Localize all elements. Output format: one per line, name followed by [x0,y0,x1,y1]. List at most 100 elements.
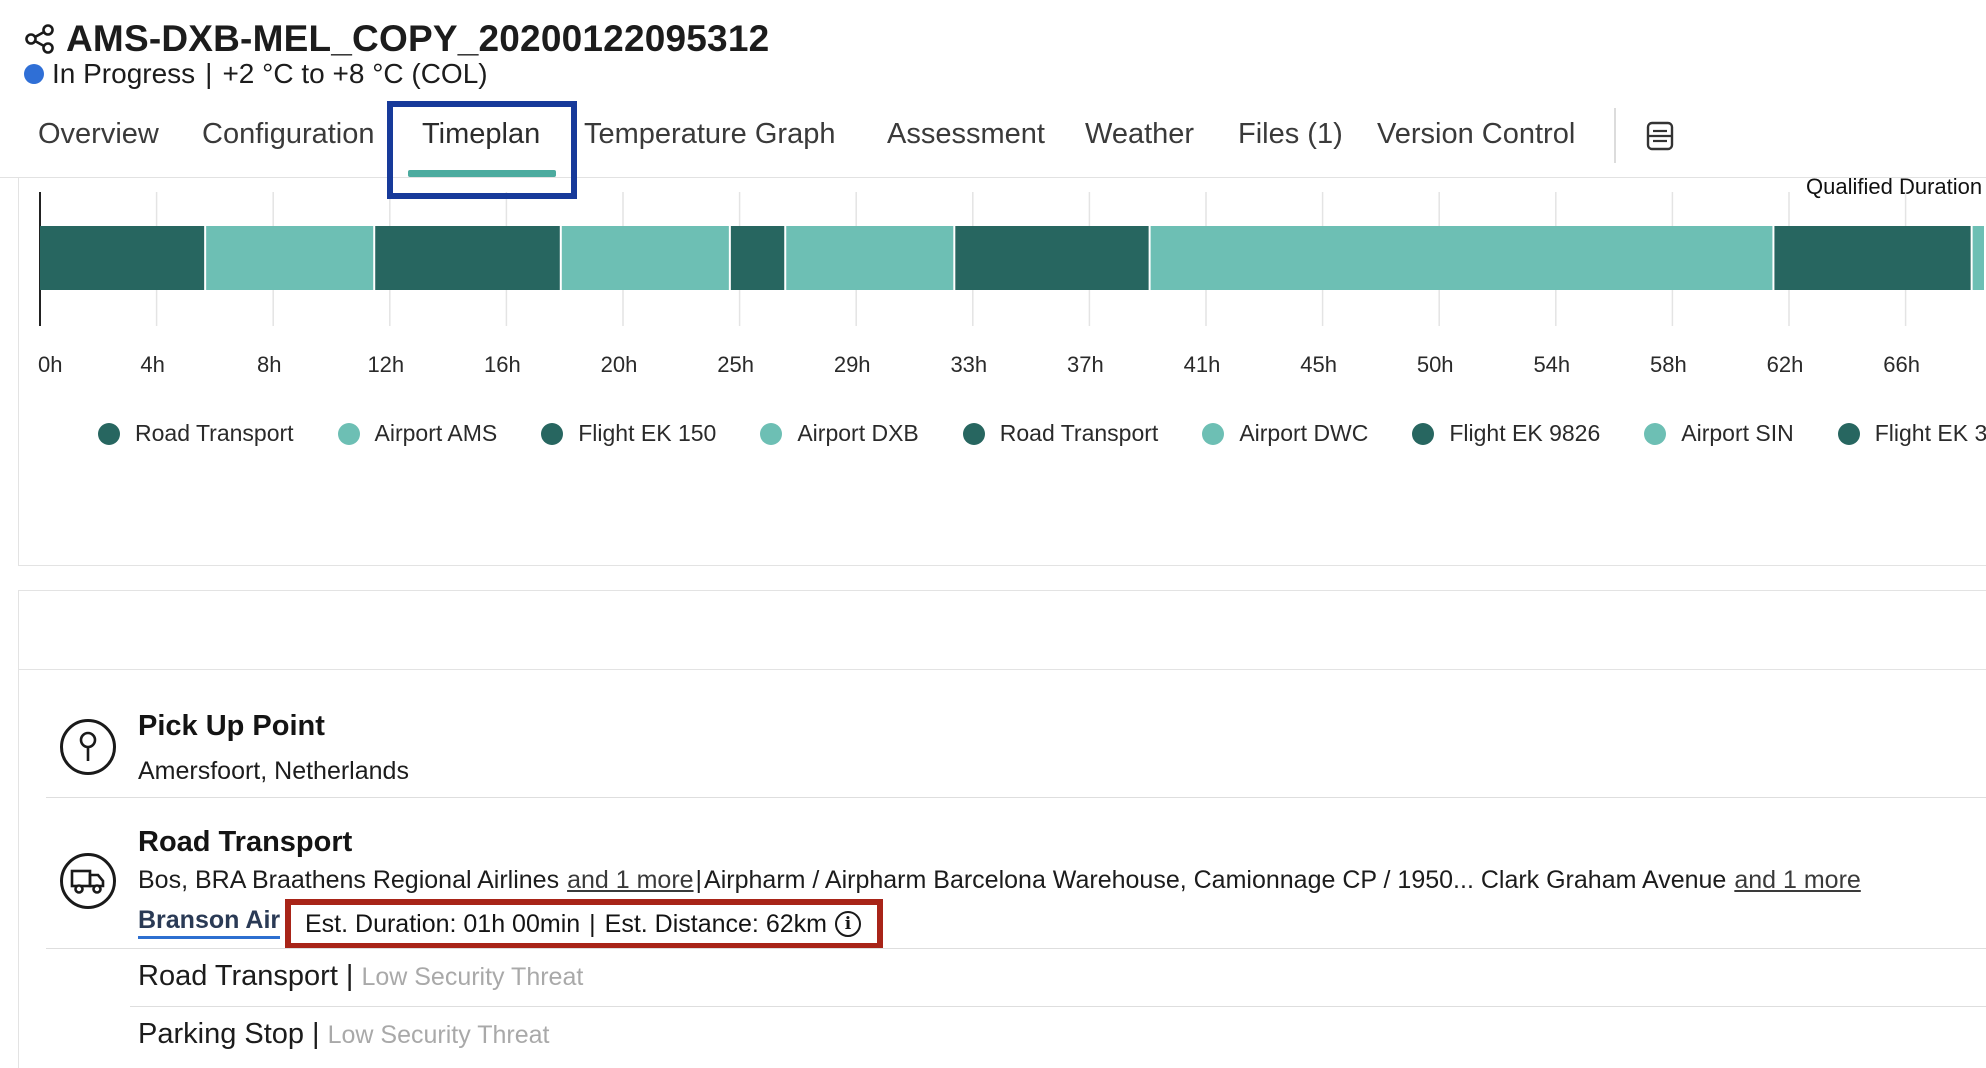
tab-divider [1614,108,1616,163]
legend-dot-icon [962,422,985,445]
x-tick-label: 45h [1300,352,1337,377]
bar-segment[interactable] [955,226,1149,290]
legend-item[interactable]: Flight EK 9826 [1412,420,1600,447]
print-icon[interactable] [1646,121,1674,151]
status-separator: | [205,58,213,89]
pin-icon [60,719,116,775]
legend-item[interactable]: Airport AMS [337,420,498,447]
legend-dot-icon [1202,422,1225,445]
status-row: In Progress | +2 °C to +8 °C (COL) [24,58,488,90]
row-separator [46,797,1986,798]
chart-legend: Road Transport Airport AMS Flight EK 150 Ai… [98,420,1986,447]
info-icon[interactable]: i [834,911,861,937]
x-tick-label: 8h [257,352,281,377]
legend-dot-icon [98,422,120,445]
legend-label: Airport DWC [1239,420,1369,446]
est-separator: | [589,909,596,938]
bar-segment[interactable] [375,226,560,290]
segment-row-parking-stop[interactable]: Parking Stop | Low Security Threat [138,1018,549,1051]
tab-weather[interactable]: Weather [1085,118,1194,151]
provider-list: Bos, BRA Braathens Regional Airlines and… [138,866,1861,895]
x-tick-label: 58h [1650,352,1687,377]
x-tick-label: 50h [1417,352,1454,377]
x-tick-label: 66h [1883,352,1920,377]
x-tick-label: 4h [140,352,164,377]
page-title: AMS-DXB-MEL_COPY_20200122095312 [66,18,770,59]
tab-temperature-graph[interactable]: Temperature Graph [584,118,835,151]
legend-item[interactable]: Airport DXB [760,420,919,447]
legend-label: Airport SIN [1681,420,1794,446]
segment-name: Road Transport [138,960,338,992]
share-icon[interactable] [24,23,56,55]
tab-version-control[interactable]: Version Control [1377,118,1575,151]
status-dot-icon [24,64,44,84]
legend-item[interactable]: Flight EK 150 [541,420,716,447]
temperature-range: +2 °C to +8 °C (COL) [222,58,488,89]
tab-assessment[interactable]: Assessment [887,118,1045,151]
provider-separator: | [695,866,703,894]
row-separator [46,948,1986,949]
legend-label: Flight EK 355 [1874,420,1986,446]
legend-label: Airport AMS [374,420,498,446]
timeplan-chart: 0h 4h 8h 12h 16h 20h 25h 29h 33h 37h 41h 45h 50h 54h 5… [38,192,1984,377]
legend-dot-icon [1644,422,1667,445]
bar-segment[interactable] [1972,226,1984,290]
est-distance: Est. Distance: 62km [604,909,827,938]
x-tick-label: 54h [1533,352,1570,377]
more-providers-link-2[interactable]: and 1 more [1734,866,1860,895]
title-row: AMS-DXB-MEL_COPY_20200122095312 [24,18,769,60]
row-separator [130,1006,1986,1007]
legend-label: Flight EK 9826 [1449,420,1601,446]
x-tick-label: 29h [834,352,871,377]
x-tick-label: 25h [717,352,754,377]
tab-configuration[interactable]: Configuration [202,118,375,151]
active-tab-indicator [408,170,556,177]
selected-provider-link[interactable]: Branson Air [138,906,281,939]
x-tick-label: 41h [1184,352,1221,377]
truck-icon [60,853,116,909]
estimate-box: Est. Duration: 01h 00min | Est. Distance… [285,899,883,949]
x-tick-label: 12h [367,352,404,377]
legend-label: Flight EK 150 [578,420,717,446]
card-divider [18,669,1986,670]
tab-timeplan[interactable]: Timeplan [422,118,540,151]
header: AMS-DXB-MEL_COPY_20200122095312 In Progr… [0,0,1986,178]
more-providers-link[interactable]: and 1 more [567,866,693,895]
legend-item[interactable]: Road Transport [962,420,1159,447]
x-tick-label: 20h [601,352,638,377]
tab-overview[interactable]: Overview [38,118,159,151]
legend-dot-icon [760,422,783,445]
legend-item[interactable]: Flight EK 355 [1837,420,1986,447]
legend-item[interactable]: Airport SIN [1644,420,1794,447]
bar-segment[interactable] [786,226,954,290]
bar-segment[interactable] [1774,226,1971,290]
legend-dot-icon [337,422,360,445]
legend-item[interactable]: Road Transport [98,420,294,447]
legend-label: Airport DXB [797,420,919,446]
threat-level: Low Security Threat [327,1021,550,1049]
legend-label: Road Transport [135,420,294,446]
status-text: In Progress [52,58,196,89]
est-duration: Est. Duration: 01h 00min [305,909,581,938]
providers-text-2: Airpharm / Airpharm Barcelona Warehouse,… [704,866,1727,894]
x-tick-label: 37h [1067,352,1104,377]
x-tick-label: 33h [950,352,987,377]
road-transport-title: Road Transport [138,826,353,858]
x-tick-label: 62h [1767,352,1804,377]
bar-segment[interactable] [206,226,374,290]
pickup-location: Amersfoort, Netherlands [138,757,409,785]
segment-row-road-transport[interactable]: Road Transport | Low Security Threat [138,960,583,993]
legend-dot-icon [541,422,564,445]
bar-segment[interactable] [40,226,205,290]
tab-files[interactable]: Files (1) [1238,118,1343,151]
providers-text-1: Bos, BRA Braathens Regional Airlines [138,866,560,894]
bar-segment[interactable] [730,226,785,290]
threat-level: Low Security Threat [361,963,584,991]
x-tick-label: 0h [38,352,62,377]
legend-dot-icon [1412,422,1435,445]
legend-dot-icon [1837,422,1860,445]
legend-label: Road Transport [999,420,1159,446]
bar-segment[interactable] [561,226,729,290]
legend-item[interactable]: Airport DWC [1202,420,1368,447]
bar-segment[interactable] [1150,226,1773,290]
